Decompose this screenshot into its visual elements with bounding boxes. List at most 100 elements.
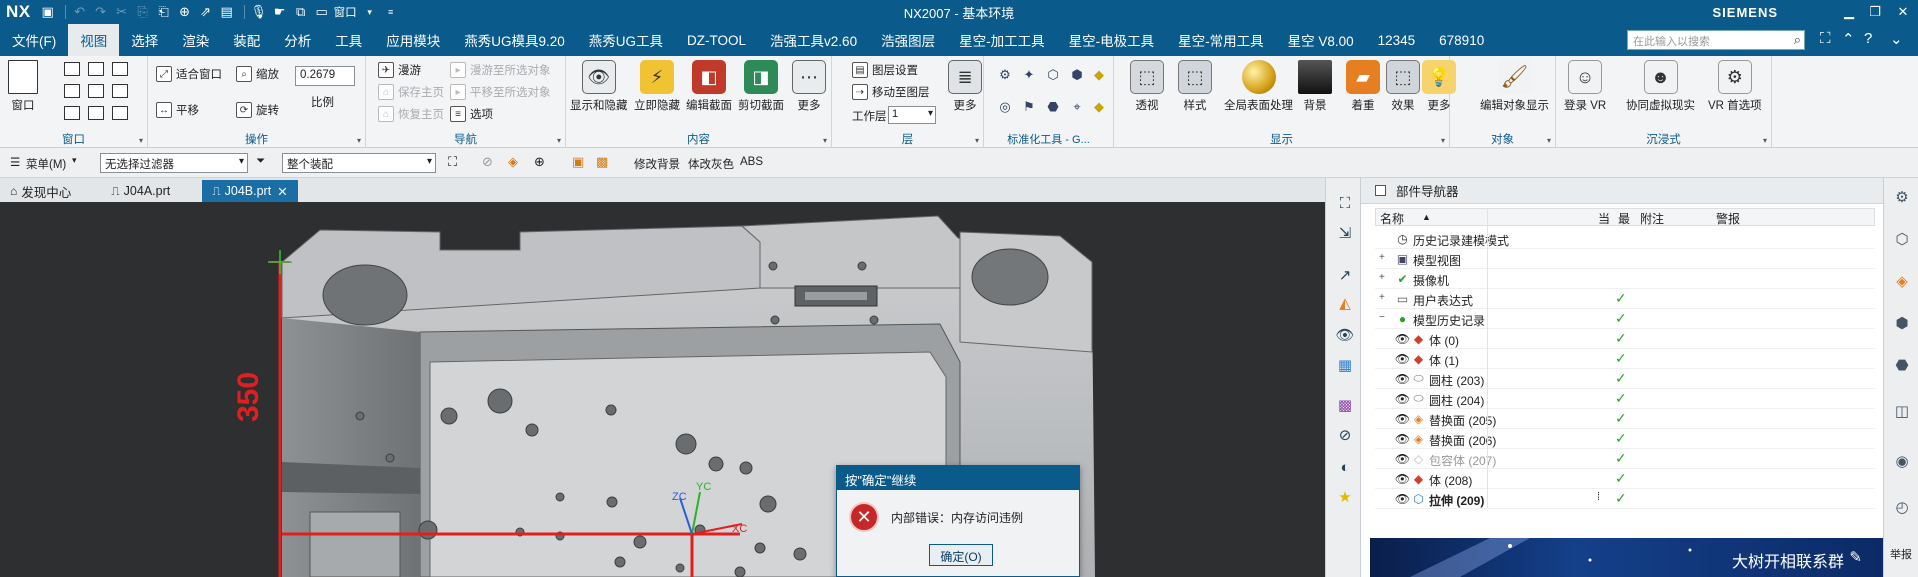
layout-four3-icon[interactable] [112,106,128,120]
restore-home-button[interactable]: ⌂ 恢复主页 [378,106,444,122]
help-icon[interactable]: ? [1864,30,1872,47]
tool-icon-9[interactable]: ⌖ [1068,98,1086,116]
visibility-eye-icon[interactable]: 👁 [1395,351,1410,366]
tool-icon-1[interactable]: ⚙ [996,66,1014,84]
navigator-row[interactable]: 👁 ⬭ 圆柱 (203) ✓ [1375,369,1875,389]
close-icon[interactable]: ✕ [277,184,287,199]
menu-item[interactable]: 星空-加工工具 [947,24,1057,56]
rotate-button[interactable]: ⟳ 旋转 [236,102,279,118]
save-icon[interactable]: ▣ [39,4,57,20]
menu-item[interactable]: 分析 [272,24,323,56]
snap-icon[interactable]: ◈ [508,154,518,170]
graphics-viewport[interactable]: 350 ZC YC XC [0,202,1325,577]
close-button[interactable]: ✕ [1890,0,1916,24]
chevron-down-icon[interactable]: ▾ [139,136,143,145]
navigator-row[interactable]: 👁 ◆ 体 (0) ✓ [1375,329,1875,349]
menu-item[interactable]: 12345 [1366,24,1428,56]
visibility-eye-icon[interactable]: 👁 [1395,391,1410,406]
selection-filter-select[interactable]: 无选择过滤器 [100,153,248,173]
export-icon[interactable]: ⇗ [197,4,215,20]
chevron-down-icon[interactable]: ▾ [557,136,561,145]
tab-j04b[interactable]: ⎍ J04B.prt ✕ [202,180,298,202]
abs-button[interactable]: ABS [740,156,763,168]
history-icon[interactable]: ◴ [1891,496,1913,518]
clip-section-button[interactable]: ◨ 剪切截面 [738,60,784,113]
view-direction-icon[interactable]: ↗ [1334,264,1356,286]
chevron-down-icon[interactable]: ▾ [72,155,77,166]
navigator-checkbox[interactable] [1375,185,1386,196]
navigator-row[interactable]: 👁 ◆ 体 (208) ✓ [1375,469,1875,489]
menu-item[interactable]: 视图 [68,24,120,56]
window-menu-icon[interactable]: ▭ [313,4,331,20]
layout-two-icon[interactable] [88,62,104,76]
reuse-library-icon[interactable]: ⬣ [1891,354,1913,376]
scale-input[interactable]: 0.2679 [295,66,355,86]
touch-icon[interactable]: ☛ [271,4,289,20]
perspective-button[interactable]: ⬚ 透视 [1130,60,1164,113]
effects-button[interactable]: ⬚ 效果 [1386,60,1420,113]
work-layer-select[interactable]: 1 [888,106,936,124]
menu-item[interactable]: 星空 V8.00 [1276,24,1366,56]
roam-button[interactable]: ✈ 漫游 [378,62,421,78]
chevron-down-icon[interactable]: ▾ [975,136,979,145]
tool-icon-5[interactable]: ◆ [1090,66,1108,84]
layout-grid3-icon[interactable] [112,84,128,98]
vr-prefs-button[interactable]: ⚙ VR 首选项 [1708,60,1762,113]
layout-four2-icon[interactable] [88,106,104,120]
constraint-navigator-icon[interactable]: ◈ [1891,270,1913,292]
expand-icon[interactable]: + [1379,272,1385,283]
chevron-down-icon[interactable]: ▾ [823,136,827,145]
snap-point-icon[interactable]: ⊕ [534,154,545,170]
layer-settings-button[interactable]: ▤ 图层设置 [852,62,918,78]
chevron-down-icon[interactable]: ▾ [357,136,361,145]
menu-item[interactable]: DZ-TOOL [675,24,758,56]
visibility-eye-icon[interactable]: 👁 [1395,451,1410,466]
menu-item[interactable]: 选择 [119,24,170,56]
menu-item[interactable]: 应用模块 [374,24,452,56]
section-view-icon[interactable]: ▩ [1334,394,1356,416]
layout-four-icon[interactable] [64,106,80,120]
navigator-row[interactable]: 👁 ⬭ 圆柱 (204) ✓ [1375,389,1875,409]
menu-item[interactable]: 工具 [323,24,374,56]
tool-icon-7[interactable]: ⚑ [1020,98,1038,116]
menu-button[interactable]: 菜单(M) [26,156,66,172]
promo-banner[interactable]: 大树开相联系群 ✎ [1370,538,1884,577]
search-input[interactable]: 在此输入以搜索 ⌕ [1627,30,1805,50]
chevron-down-icon[interactable]: ▾ [361,4,379,20]
tool-icon-2[interactable]: ✦ [1020,66,1038,84]
zoom-button[interactable]: ⌕ 缩放 [236,66,279,82]
sort-ascending-icon[interactable]: ▲ [1422,212,1431,222]
ok-button[interactable]: 确定(O) [929,544,993,566]
collapse-icon[interactable]: − [1379,312,1385,323]
menu-item[interactable]: 浩强图层 [869,24,947,56]
login-vr-button[interactable]: ☺ 登录 VR [1564,60,1606,113]
settings-icon[interactable]: ⚙ [1891,186,1913,208]
shading-button[interactable]: ▰ 着重 [1346,60,1380,113]
tool-icon-10[interactable]: ◆ [1090,98,1108,116]
search-icon[interactable]: ⌕ [1794,32,1801,48]
customize-icon[interactable]: ≡ [382,4,400,20]
undo-icon[interactable]: ↶ [71,4,89,20]
collab-vr-button[interactable]: ☻ 协同虚拟现实 [1626,60,1695,113]
menu-item[interactable]: 装配 [221,24,272,56]
content-more-button[interactable]: ⋯ 更多 [792,60,826,113]
expand-icon[interactable]: + [1379,252,1385,263]
highlight-icon[interactable]: ★ [1334,486,1356,508]
options-button[interactable]: ≡ 选项 [450,106,493,122]
minimize-button[interactable]: ▁ [1836,0,1862,24]
menu-item[interactable]: 星空-常用工具 [1166,24,1276,56]
transform-icon[interactable]: ⊕ [176,4,194,20]
tool-icon-8[interactable]: ⬣ [1044,98,1062,116]
fit-view-icon[interactable]: ⛶ [1334,192,1356,214]
show-hide-button[interactable]: 👁 显示和隐藏 [570,60,628,113]
copy-icon[interactable]: ⎘ [134,4,152,20]
visibility-eye-icon[interactable]: 👁 [1395,431,1410,446]
report-link[interactable]: 举报 [1890,546,1912,562]
layout-single-icon[interactable] [64,62,80,76]
layout-grid2-icon[interactable] [88,84,104,98]
expand-icon[interactable]: + [1379,292,1385,303]
roam-to-object-button[interactable]: ▸ 漫游至所选对象 [450,62,551,78]
box-tool-icon[interactable]: ▩ [596,154,608,170]
menu-item[interactable]: 浩强工具v2.60 [758,24,869,56]
navigator-row[interactable]: ◷ 历史记录建模模式 [1375,229,1875,249]
